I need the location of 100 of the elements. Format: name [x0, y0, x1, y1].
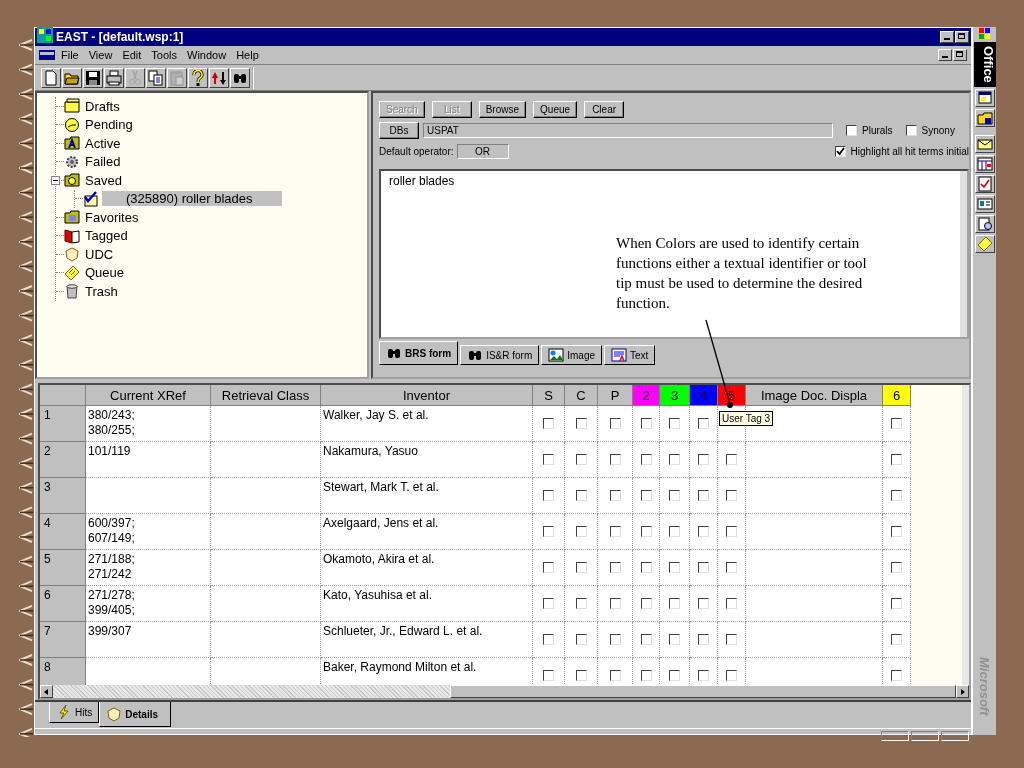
checkbox[interactable]: [891, 418, 902, 429]
checkbox[interactable]: [669, 598, 680, 609]
checkbox[interactable]: [609, 418, 621, 429]
menu-item[interactable]: View: [84, 49, 117, 61]
tree-item[interactable]: Saved: [83, 172, 124, 188]
query-button[interactable]: Queue: [533, 101, 578, 118]
checkbox[interactable]: [834, 146, 846, 157]
checkbox[interactable]: [575, 634, 587, 645]
scroll-right-button[interactable]: [956, 685, 969, 698]
contact-card-icon[interactable]: [976, 195, 993, 212]
checkbox[interactable]: [669, 526, 680, 537]
note-icon[interactable]: [976, 235, 993, 252]
checkbox[interactable]: [543, 634, 554, 645]
toolbar-button[interactable]: [188, 67, 208, 88]
view-tab[interactable]: Details: [99, 702, 172, 727]
journal-icon[interactable]: [976, 215, 993, 232]
checkbox[interactable]: [698, 562, 709, 573]
checkbox[interactable]: [726, 634, 737, 645]
checkbox[interactable]: [891, 454, 902, 465]
checkbox[interactable]: [726, 562, 737, 573]
toolbar-button[interactable]: [104, 67, 124, 88]
checkbox[interactable]: [609, 454, 621, 465]
form-tab[interactable]: Image: [541, 345, 603, 365]
form-tab[interactable]: Text: [604, 345, 656, 365]
checkbox[interactable]: [543, 454, 554, 465]
checkbox[interactable]: [640, 598, 652, 609]
checkbox[interactable]: [543, 562, 554, 573]
checkbox[interactable]: [698, 490, 709, 501]
tree-item[interactable]: Tagged: [83, 228, 130, 244]
tree-item[interactable]: Favorites: [83, 209, 141, 225]
checkbox[interactable]: [543, 490, 554, 501]
menu-item[interactable]: Help: [232, 49, 263, 61]
checkbox[interactable]: [669, 634, 680, 645]
checkbox[interactable]: [669, 418, 680, 429]
tree-item[interactable]: Trash: [83, 283, 120, 299]
checkbox[interactable]: [640, 670, 652, 681]
tree-item[interactable]: Active: [83, 135, 123, 151]
checkbox[interactable]: [698, 418, 709, 429]
maximize-button[interactable]: [955, 31, 969, 43]
toolbar-button[interactable]: [230, 67, 250, 88]
checkbox[interactable]: [698, 598, 709, 609]
checkbox[interactable]: [669, 562, 680, 573]
checkbox[interactable]: [640, 634, 652, 645]
tree-item[interactable]: UDC: [83, 246, 116, 262]
checkbox[interactable]: [726, 670, 737, 681]
checkbox[interactable]: [543, 526, 554, 537]
scroll-thumb[interactable]: [450, 685, 956, 698]
checkbox[interactable]: [891, 526, 902, 537]
menu-item[interactable]: File: [57, 49, 83, 61]
checkbox[interactable]: [609, 562, 621, 573]
checkbox[interactable]: [891, 490, 902, 501]
scroll-left-button[interactable]: [40, 685, 53, 698]
checkbox[interactable]: [669, 670, 680, 681]
checkbox[interactable]: [575, 598, 587, 609]
checkbox[interactable]: [575, 562, 587, 573]
checkbox[interactable]: [609, 634, 621, 645]
tree-item[interactable]: Failed: [83, 154, 123, 170]
operator-field[interactable]: OR: [456, 144, 509, 159]
checkbox[interactable]: [543, 598, 554, 609]
checkbox[interactable]: [669, 454, 680, 465]
checkbox[interactable]: [609, 670, 621, 681]
checkbox[interactable]: [640, 526, 652, 537]
form-tab[interactable]: BRS form: [379, 341, 459, 365]
checkbox[interactable]: [698, 454, 709, 465]
checkbox[interactable]: [609, 490, 621, 501]
tree-item[interactable]: Queue: [83, 265, 127, 281]
checkbox[interactable]: [575, 454, 587, 465]
database-field[interactable]: USPAT: [423, 123, 833, 138]
tree-item[interactable]: Pending: [83, 117, 135, 133]
checkbox[interactable]: [575, 670, 587, 681]
collapse-toggle[interactable]: [51, 176, 60, 185]
menu-item[interactable]: Tools: [147, 49, 182, 61]
query-button[interactable]: Browse: [478, 101, 527, 118]
office-logo-icon[interactable]: [977, 27, 992, 40]
minimize-button[interactable]: [940, 31, 954, 43]
checkbox[interactable]: [891, 562, 902, 573]
query-button[interactable]: Clear: [584, 101, 625, 118]
toolbar-button[interactable]: [209, 67, 229, 88]
checkbox[interactable]: [543, 670, 554, 681]
checkbox[interactable]: [609, 526, 621, 537]
checkbox[interactable]: [575, 526, 587, 537]
form-tab[interactable]: IS&R form: [460, 345, 540, 365]
minimize-button[interactable]: [938, 49, 952, 61]
checkbox[interactable]: [698, 670, 709, 681]
menu-item[interactable]: Edit: [118, 49, 146, 61]
toolbar-button[interactable]: [146, 67, 166, 88]
checkbox[interactable]: [846, 125, 857, 136]
checkbox[interactable]: [575, 490, 587, 501]
checkbox[interactable]: [905, 125, 917, 136]
folder-icon[interactable]: [976, 109, 993, 126]
window-icon[interactable]: [976, 89, 993, 106]
checkbox[interactable]: [640, 562, 652, 573]
checkbox[interactable]: [543, 418, 554, 429]
dbs-button[interactable]: DBs: [379, 122, 419, 139]
restore-button[interactable]: [953, 49, 967, 61]
checklist-icon[interactable]: [976, 175, 993, 192]
checkbox[interactable]: [726, 490, 737, 501]
menu-item[interactable]: Window: [183, 49, 231, 61]
view-tab[interactable]: Hits: [49, 702, 100, 723]
tree-item[interactable]: Drafts: [83, 98, 122, 114]
